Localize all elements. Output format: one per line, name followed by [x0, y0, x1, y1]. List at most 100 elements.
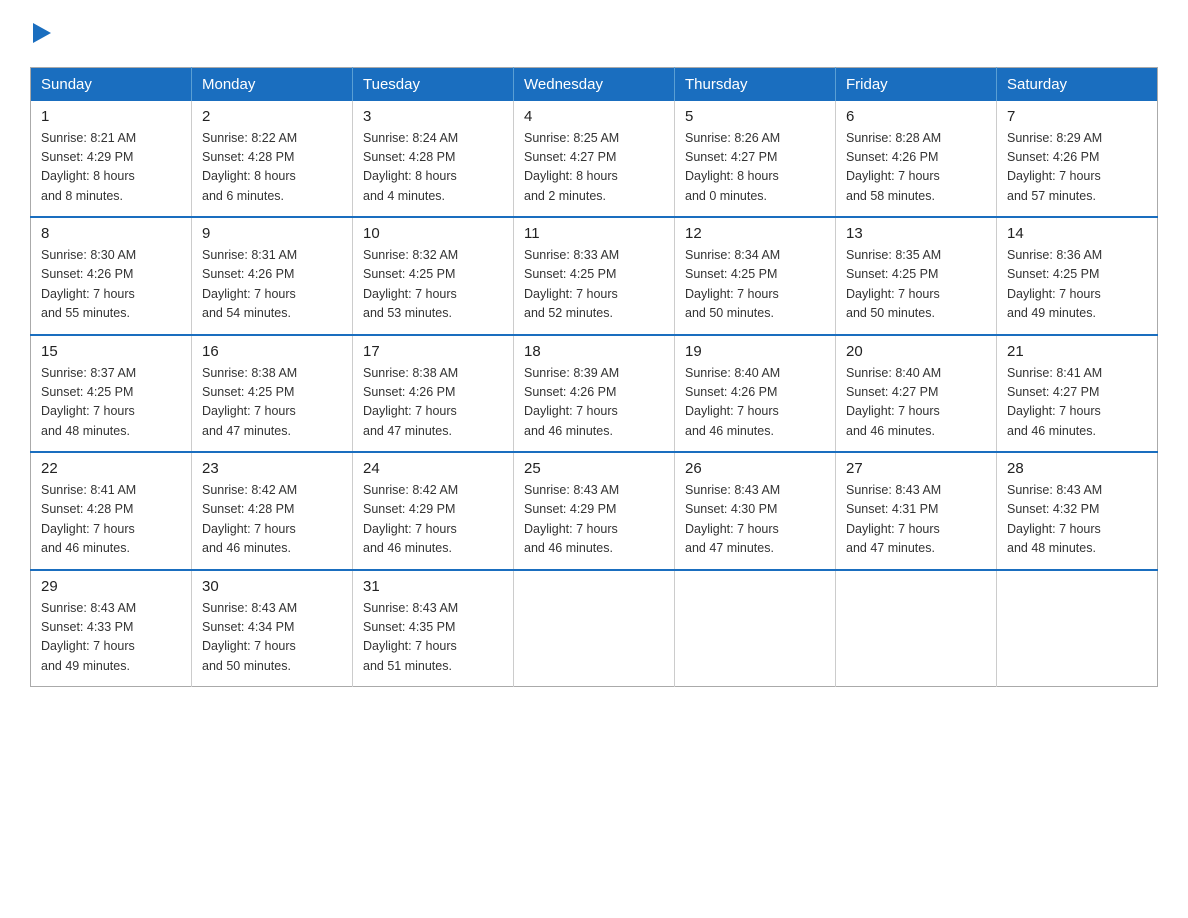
calendar-cell: 13 Sunrise: 8:35 AMSunset: 4:25 PMDaylig… [836, 217, 997, 335]
calendar-table: SundayMondayTuesdayWednesdayThursdayFrid… [30, 67, 1158, 688]
day-number: 13 [846, 225, 986, 242]
day-number: 20 [846, 343, 986, 360]
day-number: 17 [363, 343, 503, 360]
day-number: 31 [363, 578, 503, 595]
day-info: Sunrise: 8:40 AMSunset: 4:26 PMDaylight:… [685, 364, 825, 442]
calendar-cell: 5 Sunrise: 8:26 AMSunset: 4:27 PMDayligh… [675, 101, 836, 218]
calendar-cell: 14 Sunrise: 8:36 AMSunset: 4:25 PMDaylig… [997, 217, 1158, 335]
calendar-cell: 15 Sunrise: 8:37 AMSunset: 4:25 PMDaylig… [31, 335, 192, 453]
day-info: Sunrise: 8:26 AMSunset: 4:27 PMDaylight:… [685, 129, 825, 207]
day-number: 18 [524, 343, 664, 360]
calendar-cell: 25 Sunrise: 8:43 AMSunset: 4:29 PMDaylig… [514, 452, 675, 570]
day-info: Sunrise: 8:42 AMSunset: 4:28 PMDaylight:… [202, 481, 342, 559]
col-header-thursday: Thursday [675, 67, 836, 101]
day-info: Sunrise: 8:38 AMSunset: 4:25 PMDaylight:… [202, 364, 342, 442]
day-info: Sunrise: 8:43 AMSunset: 4:32 PMDaylight:… [1007, 481, 1147, 559]
day-info: Sunrise: 8:40 AMSunset: 4:27 PMDaylight:… [846, 364, 986, 442]
day-info: Sunrise: 8:37 AMSunset: 4:25 PMDaylight:… [41, 364, 181, 442]
calendar-cell: 18 Sunrise: 8:39 AMSunset: 4:26 PMDaylig… [514, 335, 675, 453]
page-header [30, 20, 1158, 49]
day-number: 24 [363, 460, 503, 477]
calendar-cell: 21 Sunrise: 8:41 AMSunset: 4:27 PMDaylig… [997, 335, 1158, 453]
day-info: Sunrise: 8:43 AMSunset: 4:33 PMDaylight:… [41, 599, 181, 677]
day-info: Sunrise: 8:30 AMSunset: 4:26 PMDaylight:… [41, 246, 181, 324]
calendar-cell: 1 Sunrise: 8:21 AMSunset: 4:29 PMDayligh… [31, 101, 192, 218]
day-info: Sunrise: 8:33 AMSunset: 4:25 PMDaylight:… [524, 246, 664, 324]
day-number: 7 [1007, 108, 1147, 125]
day-info: Sunrise: 8:43 AMSunset: 4:35 PMDaylight:… [363, 599, 503, 677]
col-header-wednesday: Wednesday [514, 67, 675, 101]
day-number: 30 [202, 578, 342, 595]
calendar-cell: 2 Sunrise: 8:22 AMSunset: 4:28 PMDayligh… [192, 101, 353, 218]
day-info: Sunrise: 8:34 AMSunset: 4:25 PMDaylight:… [685, 246, 825, 324]
day-info: Sunrise: 8:43 AMSunset: 4:34 PMDaylight:… [202, 599, 342, 677]
day-info: Sunrise: 8:38 AMSunset: 4:26 PMDaylight:… [363, 364, 503, 442]
day-number: 29 [41, 578, 181, 595]
day-number: 8 [41, 225, 181, 242]
day-number: 16 [202, 343, 342, 360]
calendar-header-row: SundayMondayTuesdayWednesdayThursdayFrid… [31, 67, 1158, 101]
calendar-week-row: 22 Sunrise: 8:41 AMSunset: 4:28 PMDaylig… [31, 452, 1158, 570]
day-info: Sunrise: 8:25 AMSunset: 4:27 PMDaylight:… [524, 129, 664, 207]
day-info: Sunrise: 8:35 AMSunset: 4:25 PMDaylight:… [846, 246, 986, 324]
calendar-cell: 11 Sunrise: 8:33 AMSunset: 4:25 PMDaylig… [514, 217, 675, 335]
day-number: 21 [1007, 343, 1147, 360]
calendar-cell: 9 Sunrise: 8:31 AMSunset: 4:26 PMDayligh… [192, 217, 353, 335]
day-number: 6 [846, 108, 986, 125]
col-header-monday: Monday [192, 67, 353, 101]
calendar-cell [514, 570, 675, 687]
calendar-cell: 20 Sunrise: 8:40 AMSunset: 4:27 PMDaylig… [836, 335, 997, 453]
day-number: 19 [685, 343, 825, 360]
day-number: 26 [685, 460, 825, 477]
calendar-cell: 7 Sunrise: 8:29 AMSunset: 4:26 PMDayligh… [997, 101, 1158, 218]
day-info: Sunrise: 8:24 AMSunset: 4:28 PMDaylight:… [363, 129, 503, 207]
day-info: Sunrise: 8:28 AMSunset: 4:26 PMDaylight:… [846, 129, 986, 207]
calendar-cell: 24 Sunrise: 8:42 AMSunset: 4:29 PMDaylig… [353, 452, 514, 570]
day-info: Sunrise: 8:22 AMSunset: 4:28 PMDaylight:… [202, 129, 342, 207]
day-info: Sunrise: 8:39 AMSunset: 4:26 PMDaylight:… [524, 364, 664, 442]
col-header-friday: Friday [836, 67, 997, 101]
day-info: Sunrise: 8:43 AMSunset: 4:31 PMDaylight:… [846, 481, 986, 559]
day-info: Sunrise: 8:41 AMSunset: 4:27 PMDaylight:… [1007, 364, 1147, 442]
calendar-week-row: 29 Sunrise: 8:43 AMSunset: 4:33 PMDaylig… [31, 570, 1158, 687]
day-number: 4 [524, 108, 664, 125]
calendar-cell: 31 Sunrise: 8:43 AMSunset: 4:35 PMDaylig… [353, 570, 514, 687]
day-number: 28 [1007, 460, 1147, 477]
day-number: 5 [685, 108, 825, 125]
calendar-cell: 22 Sunrise: 8:41 AMSunset: 4:28 PMDaylig… [31, 452, 192, 570]
calendar-cell: 23 Sunrise: 8:42 AMSunset: 4:28 PMDaylig… [192, 452, 353, 570]
day-number: 12 [685, 225, 825, 242]
day-info: Sunrise: 8:42 AMSunset: 4:29 PMDaylight:… [363, 481, 503, 559]
calendar-cell [675, 570, 836, 687]
day-info: Sunrise: 8:21 AMSunset: 4:29 PMDaylight:… [41, 129, 181, 207]
day-number: 15 [41, 343, 181, 360]
logo-arrow-icon [33, 22, 51, 44]
calendar-cell: 12 Sunrise: 8:34 AMSunset: 4:25 PMDaylig… [675, 217, 836, 335]
calendar-week-row: 15 Sunrise: 8:37 AMSunset: 4:25 PMDaylig… [31, 335, 1158, 453]
calendar-cell: 3 Sunrise: 8:24 AMSunset: 4:28 PMDayligh… [353, 101, 514, 218]
day-number: 10 [363, 225, 503, 242]
calendar-cell: 10 Sunrise: 8:32 AMSunset: 4:25 PMDaylig… [353, 217, 514, 335]
day-number: 23 [202, 460, 342, 477]
col-header-saturday: Saturday [997, 67, 1158, 101]
day-number: 22 [41, 460, 181, 477]
calendar-cell: 17 Sunrise: 8:38 AMSunset: 4:26 PMDaylig… [353, 335, 514, 453]
day-number: 14 [1007, 225, 1147, 242]
day-number: 11 [524, 225, 664, 242]
logo [30, 20, 51, 49]
day-number: 1 [41, 108, 181, 125]
calendar-cell: 28 Sunrise: 8:43 AMSunset: 4:32 PMDaylig… [997, 452, 1158, 570]
calendar-cell [836, 570, 997, 687]
calendar-cell: 29 Sunrise: 8:43 AMSunset: 4:33 PMDaylig… [31, 570, 192, 687]
day-info: Sunrise: 8:43 AMSunset: 4:29 PMDaylight:… [524, 481, 664, 559]
col-header-tuesday: Tuesday [353, 67, 514, 101]
day-info: Sunrise: 8:32 AMSunset: 4:25 PMDaylight:… [363, 246, 503, 324]
calendar-week-row: 1 Sunrise: 8:21 AMSunset: 4:29 PMDayligh… [31, 101, 1158, 218]
day-number: 25 [524, 460, 664, 477]
calendar-cell: 26 Sunrise: 8:43 AMSunset: 4:30 PMDaylig… [675, 452, 836, 570]
day-info: Sunrise: 8:36 AMSunset: 4:25 PMDaylight:… [1007, 246, 1147, 324]
day-info: Sunrise: 8:41 AMSunset: 4:28 PMDaylight:… [41, 481, 181, 559]
calendar-cell [997, 570, 1158, 687]
calendar-cell: 30 Sunrise: 8:43 AMSunset: 4:34 PMDaylig… [192, 570, 353, 687]
day-info: Sunrise: 8:43 AMSunset: 4:30 PMDaylight:… [685, 481, 825, 559]
